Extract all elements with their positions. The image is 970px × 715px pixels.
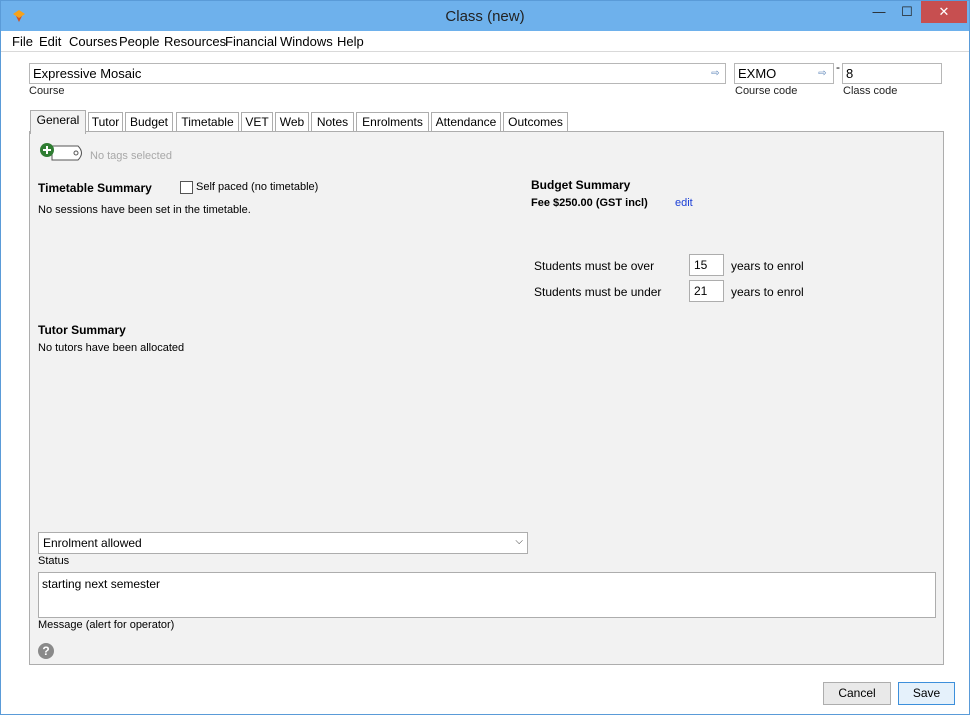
course-code-open-icon[interactable]: ⇨: [816, 68, 829, 79]
title-bar: Class (new) — ☐ ✕: [1, 1, 969, 31]
menu-people[interactable]: People: [119, 34, 159, 49]
age-over-field[interactable]: 15: [689, 254, 724, 276]
menu-bar: File Edit Courses People Resources Finan…: [1, 31, 969, 52]
age-over-suffix: years to enrol: [731, 259, 804, 273]
tab-vet[interactable]: VET: [241, 112, 273, 132]
tab-tutor[interactable]: Tutor: [88, 112, 123, 132]
class-code-field[interactable]: 8: [842, 63, 942, 84]
edit-fee-link[interactable]: edit: [675, 197, 693, 209]
tutor-summary-title: Tutor Summary: [38, 323, 126, 337]
age-under-field[interactable]: 21: [689, 280, 724, 302]
course-code-value: EXMO: [738, 66, 777, 81]
course-label: Course: [29, 85, 65, 97]
maximize-button[interactable]: ☐: [893, 1, 921, 23]
message-label: Message (alert for operator): [38, 619, 175, 631]
form-area: Expressive Mosaic ⇨ Course EXMO ⇨ Course…: [1, 52, 969, 714]
class-code-label: Class code: [843, 85, 898, 97]
save-button[interactable]: Save: [898, 682, 955, 705]
general-panel: No tags selected Timetable Summary Self …: [29, 131, 944, 665]
class-window: Class (new) — ☐ ✕ File Edit Courses Peop…: [0, 0, 970, 715]
help-icon[interactable]: ?: [38, 643, 54, 659]
timetable-summary-text: No sessions have been set in the timetab…: [38, 204, 251, 216]
cancel-button[interactable]: Cancel: [823, 682, 891, 705]
menu-windows[interactable]: Windows: [280, 34, 333, 49]
menu-resources[interactable]: Resources: [164, 34, 226, 49]
message-textarea[interactable]: starting next semester: [38, 572, 936, 618]
timetable-summary-title: Timetable Summary: [38, 181, 152, 195]
course-code-label: Course code: [735, 85, 798, 97]
chevron-down-icon: ⌵: [515, 536, 523, 547]
tutor-summary-text: No tutors have been allocated: [38, 342, 185, 354]
tab-outcomes[interactable]: Outcomes: [503, 112, 568, 132]
fee-text: Fee $250.00 (GST incl): [531, 197, 648, 209]
menu-courses[interactable]: Courses: [69, 34, 117, 49]
tab-timetable[interactable]: Timetable: [176, 112, 239, 132]
age-over-label: Students must be over: [534, 259, 655, 273]
self-paced-label: Self paced (no timetable): [196, 181, 319, 193]
tab-enrolments[interactable]: Enrolments: [356, 112, 429, 132]
status-label: Status: [38, 555, 70, 567]
tab-notes[interactable]: Notes: [311, 112, 354, 132]
course-field[interactable]: Expressive Mosaic ⇨: [29, 63, 726, 84]
tab-general[interactable]: General: [30, 110, 86, 134]
close-button[interactable]: ✕: [921, 1, 967, 23]
age-under-label: Students must be under: [534, 285, 662, 299]
self-paced-checkbox[interactable]: [180, 181, 193, 194]
no-tags-text: No tags selected: [90, 150, 172, 162]
add-tag-icon[interactable]: [38, 141, 88, 165]
menu-file[interactable]: File: [12, 34, 33, 49]
menu-edit[interactable]: Edit: [39, 34, 61, 49]
course-code-field[interactable]: EXMO ⇨: [734, 63, 834, 84]
tab-web[interactable]: Web: [275, 112, 309, 132]
code-separator: -: [836, 60, 840, 74]
window-title: Class (new): [445, 8, 525, 25]
tab-budget[interactable]: Budget: [125, 112, 173, 132]
tab-attendance[interactable]: Attendance: [431, 112, 501, 132]
age-under-suffix: years to enrol: [731, 285, 804, 299]
menu-help[interactable]: Help: [337, 34, 364, 49]
course-open-icon[interactable]: ⇨: [709, 68, 722, 79]
budget-summary-title: Budget Summary: [531, 178, 631, 192]
status-value: Enrolment allowed: [43, 536, 142, 550]
course-value: Expressive Mosaic: [33, 66, 142, 81]
menu-financial[interactable]: Financial: [225, 34, 277, 49]
status-select[interactable]: Enrolment allowed ⌵: [38, 532, 528, 554]
minimize-button[interactable]: —: [865, 1, 893, 23]
class-code-value: 8: [846, 66, 854, 81]
